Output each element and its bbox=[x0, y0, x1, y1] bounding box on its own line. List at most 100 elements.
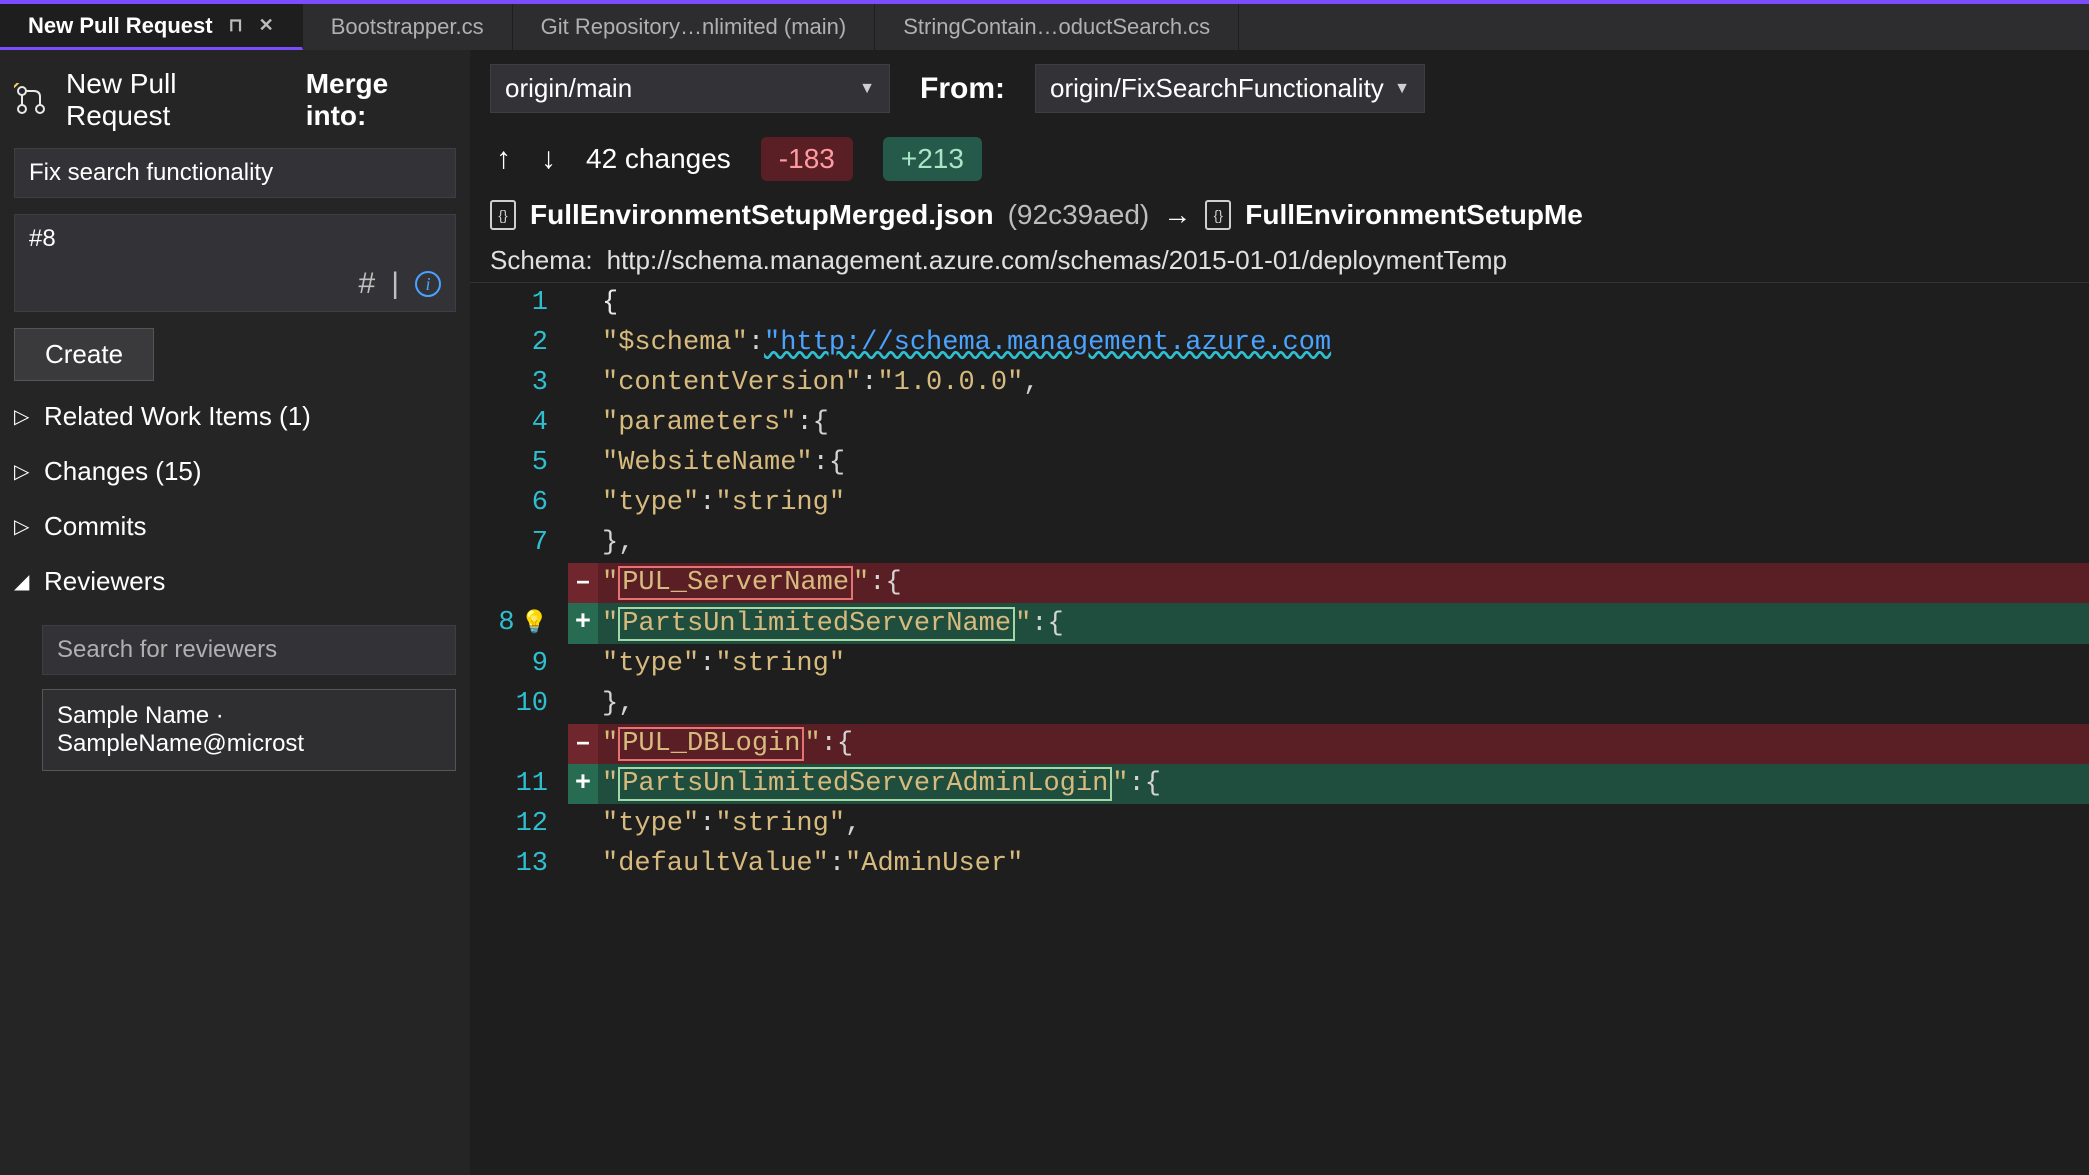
line-number: 4 bbox=[470, 403, 568, 443]
diff-marker bbox=[568, 804, 598, 844]
diff-line-added[interactable]: 8💡+ "PartsUnlimitedServerName": { bbox=[470, 603, 2089, 644]
diff-line[interactable]: 4 "parameters": { bbox=[470, 403, 2089, 443]
code-text: "PUL_ServerName": { bbox=[598, 563, 2089, 603]
diff-line[interactable]: 10 }, bbox=[470, 684, 2089, 724]
minus-icon: – bbox=[568, 724, 598, 764]
create-button[interactable]: Create bbox=[14, 328, 154, 381]
lightbulb-icon[interactable]: 💡 bbox=[515, 611, 548, 636]
diff-line[interactable]: 13 "defaultValue": "AdminUser" bbox=[470, 844, 2089, 884]
divider: | bbox=[391, 267, 399, 301]
line-number: 10 bbox=[470, 684, 568, 724]
tab-bootstrapper[interactable]: Bootstrapper.cs bbox=[303, 4, 513, 50]
diff-line[interactable]: 1{ bbox=[470, 283, 2089, 323]
diff-marker bbox=[568, 323, 598, 363]
merge-into-value: origin/main bbox=[505, 73, 632, 104]
line-number: 7 bbox=[470, 523, 568, 563]
diff-line[interactable]: 12 "type": "string", bbox=[470, 804, 2089, 844]
pr-description-box[interactable]: #8 # | i bbox=[14, 214, 456, 312]
hash-icon[interactable]: # bbox=[359, 267, 376, 301]
line-number: 8💡 bbox=[470, 603, 568, 644]
diff-marker bbox=[568, 844, 598, 884]
diff-line[interactable]: 2 "$schema": "http://schema.management.a… bbox=[470, 323, 2089, 363]
diff-line[interactable]: 3 "contentVersion": "1.0.0.0", bbox=[470, 363, 2089, 403]
code-text: "PartsUnlimitedServerAdminLogin": { bbox=[598, 764, 2089, 804]
tab-label: Git Repository…nlimited (main) bbox=[541, 14, 847, 40]
merge-into-select[interactable]: origin/main ▼ bbox=[490, 64, 890, 113]
section-label: Changes (15) bbox=[44, 456, 202, 487]
right-file-name: FullEnvironmentSetupMe bbox=[1245, 199, 1583, 231]
code-text: "$schema": "http://schema.management.azu… bbox=[598, 323, 2089, 363]
json-file-icon: {} bbox=[490, 200, 516, 230]
additions-pill: +213 bbox=[883, 137, 982, 181]
chevron-right-icon: ▷ bbox=[14, 514, 36, 539]
reviewer-chip[interactable]: Sample Name · SampleName@microst bbox=[42, 689, 456, 771]
diff-view[interactable]: 1{2 "$schema": "http://schema.management… bbox=[470, 283, 2089, 1175]
section-commits[interactable]: ▷ Commits bbox=[14, 507, 456, 546]
pin-icon[interactable]: ⊓ bbox=[229, 15, 243, 36]
line-number bbox=[470, 563, 568, 603]
schema-bar: Schema: http://schema.management.azure.c… bbox=[470, 239, 2089, 283]
code-text: "type": "string" bbox=[598, 644, 2089, 684]
line-number: 9 bbox=[470, 644, 568, 684]
diff-marker bbox=[568, 283, 598, 323]
code-text: "contentVersion": "1.0.0.0", bbox=[598, 363, 2089, 403]
code-text: }, bbox=[598, 523, 2089, 563]
left-file-rev: (92c39aed) bbox=[1008, 199, 1150, 231]
tab-git-repository[interactable]: Git Repository…nlimited (main) bbox=[513, 4, 876, 50]
minus-icon: – bbox=[568, 563, 598, 603]
schema-value[interactable]: http://schema.management.azure.com/schem… bbox=[607, 245, 1507, 276]
pr-description-text: #8 bbox=[15, 215, 455, 263]
line-number: 12 bbox=[470, 804, 568, 844]
section-reviewers[interactable]: ◢ Reviewers bbox=[14, 562, 456, 601]
pr-title-input[interactable] bbox=[14, 148, 456, 198]
code-text: "PUL_DBLogin": { bbox=[598, 724, 2089, 764]
code-text: "type": "string", bbox=[598, 804, 2089, 844]
diff-line[interactable]: 5 "WebsiteName": { bbox=[470, 443, 2089, 483]
code-text: "type": "string" bbox=[598, 483, 2089, 523]
from-label: From: bbox=[920, 72, 1005, 106]
section-label: Commits bbox=[44, 511, 147, 542]
chevron-down-icon: ◢ bbox=[14, 569, 36, 594]
new-pr-icon bbox=[14, 83, 48, 117]
diff-line-deleted[interactable]: – "PUL_ServerName": { bbox=[470, 563, 2089, 603]
line-number bbox=[470, 724, 568, 764]
section-changes[interactable]: ▷ Changes (15) bbox=[14, 452, 456, 491]
diff-line[interactable]: 9 "type": "string" bbox=[470, 644, 2089, 684]
diff-line[interactable]: 7 }, bbox=[470, 523, 2089, 563]
diff-marker bbox=[568, 644, 598, 684]
close-icon[interactable]: ✕ bbox=[259, 15, 274, 36]
from-value: origin/FixSearchFunctionality bbox=[1050, 73, 1384, 104]
code-text: "parameters": { bbox=[598, 403, 2089, 443]
line-number: 5 bbox=[470, 443, 568, 483]
diff-line[interactable]: 6 "type": "string" bbox=[470, 483, 2089, 523]
tab-new-pull-request[interactable]: New Pull Request ⊓ ✕ bbox=[0, 4, 303, 50]
prev-change-icon[interactable]: ↑ bbox=[496, 142, 511, 176]
diff-panel: origin/main ▼ From: origin/FixSearchFunc… bbox=[470, 50, 2089, 1175]
merge-bar: origin/main ▼ From: origin/FixSearchFunc… bbox=[470, 50, 2089, 127]
section-related-work-items[interactable]: ▷ Related Work Items (1) bbox=[14, 397, 456, 436]
chevron-right-icon: ▷ bbox=[14, 404, 36, 429]
diff-marker bbox=[568, 363, 598, 403]
diff-line-added[interactable]: 11+ "PartsUnlimitedServerAdminLogin": { bbox=[470, 764, 2089, 804]
diff-marker bbox=[568, 684, 598, 724]
line-number: 13 bbox=[470, 844, 568, 884]
changes-bar: ↑ ↓ 42 changes -183 +213 bbox=[470, 127, 2089, 191]
code-text: { bbox=[598, 283, 2089, 323]
tab-string-contain[interactable]: StringContain…oductSearch.cs bbox=[875, 4, 1239, 50]
changes-count: 42 changes bbox=[586, 143, 731, 175]
chevron-down-icon: ▼ bbox=[859, 80, 875, 98]
merge-into-label: Merge into: bbox=[306, 68, 456, 132]
next-change-icon[interactable]: ↓ bbox=[541, 142, 556, 176]
info-icon[interactable]: i bbox=[415, 271, 441, 297]
diff-marker bbox=[568, 403, 598, 443]
code-text: }, bbox=[598, 684, 2089, 724]
reviewer-search-input[interactable] bbox=[42, 625, 456, 675]
file-compare-bar: {} FullEnvironmentSetupMerged.json (92c3… bbox=[470, 191, 2089, 239]
code-text: "WebsiteName": { bbox=[598, 443, 2089, 483]
line-number: 1 bbox=[470, 283, 568, 323]
from-branch-select[interactable]: origin/FixSearchFunctionality ▼ bbox=[1035, 64, 1425, 113]
line-number: 6 bbox=[470, 483, 568, 523]
diff-line-deleted[interactable]: – "PUL_DBLogin": { bbox=[470, 724, 2089, 764]
plus-icon: + bbox=[568, 764, 598, 804]
tab-bar: New Pull Request ⊓ ✕ Bootstrapper.cs Git… bbox=[0, 0, 2089, 50]
